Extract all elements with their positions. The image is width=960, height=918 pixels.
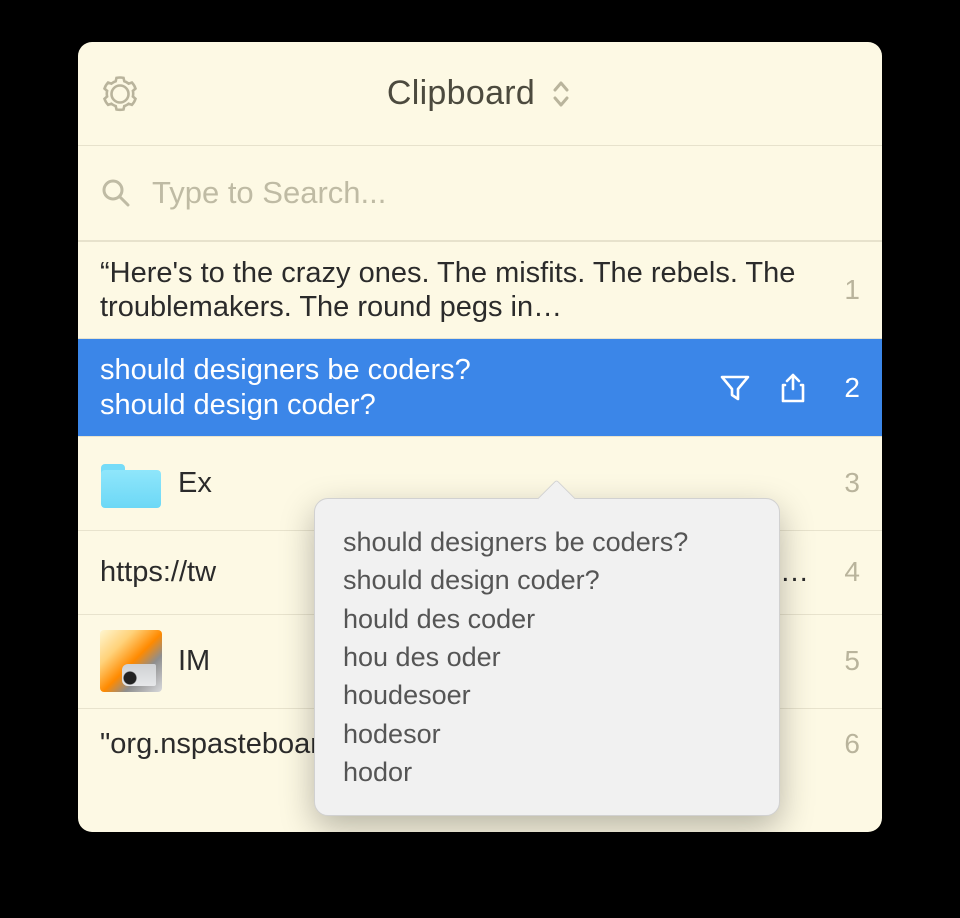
- item-text: “Here's to the crazy ones. The misfits. …: [100, 256, 810, 324]
- popover-line: hou des oder: [343, 638, 751, 676]
- list-item[interactable]: “Here's to the crazy ones. The misfits. …: [78, 242, 882, 339]
- image-thumbnail: [100, 630, 162, 692]
- share-icon[interactable]: [776, 371, 810, 405]
- popover-line: houdesoer: [343, 676, 751, 714]
- title-selector[interactable]: Clipboard: [162, 74, 798, 113]
- item-index: 2: [826, 372, 860, 404]
- chevron-up-down-icon: [549, 79, 573, 109]
- popover-line: should design coder?: [343, 561, 751, 599]
- search-icon: [100, 177, 132, 209]
- item-index: 4: [826, 556, 860, 588]
- header: Clipboard: [78, 42, 882, 146]
- item-index: 6: [826, 728, 860, 760]
- preview-popover: should designers be coders? should desig…: [314, 498, 780, 816]
- popover-line: hodor: [343, 753, 751, 791]
- window-title: Clipboard: [387, 74, 535, 113]
- popover-line: should designers be coders?: [343, 523, 751, 561]
- popover-line: hodesor: [343, 715, 751, 753]
- folder-icon: [101, 458, 161, 508]
- item-index: 1: [826, 274, 860, 306]
- folder-thumbnail: [100, 452, 162, 514]
- item-index: 5: [826, 645, 860, 677]
- search-input[interactable]: [152, 175, 860, 211]
- list-item-selected[interactable]: should designers be coders? should desig…: [78, 339, 882, 436]
- search-row: [78, 146, 882, 242]
- filter-icon[interactable]: [718, 371, 752, 405]
- clipboard-window: Clipboard: [78, 42, 882, 832]
- item-text: Ex: [178, 466, 810, 500]
- gear-icon[interactable]: [100, 74, 140, 114]
- item-actions: [718, 371, 810, 405]
- popover-line: hould des coder: [343, 600, 751, 638]
- item-text: should designers be coders? should desig…: [100, 353, 702, 421]
- item-index: 3: [826, 467, 860, 499]
